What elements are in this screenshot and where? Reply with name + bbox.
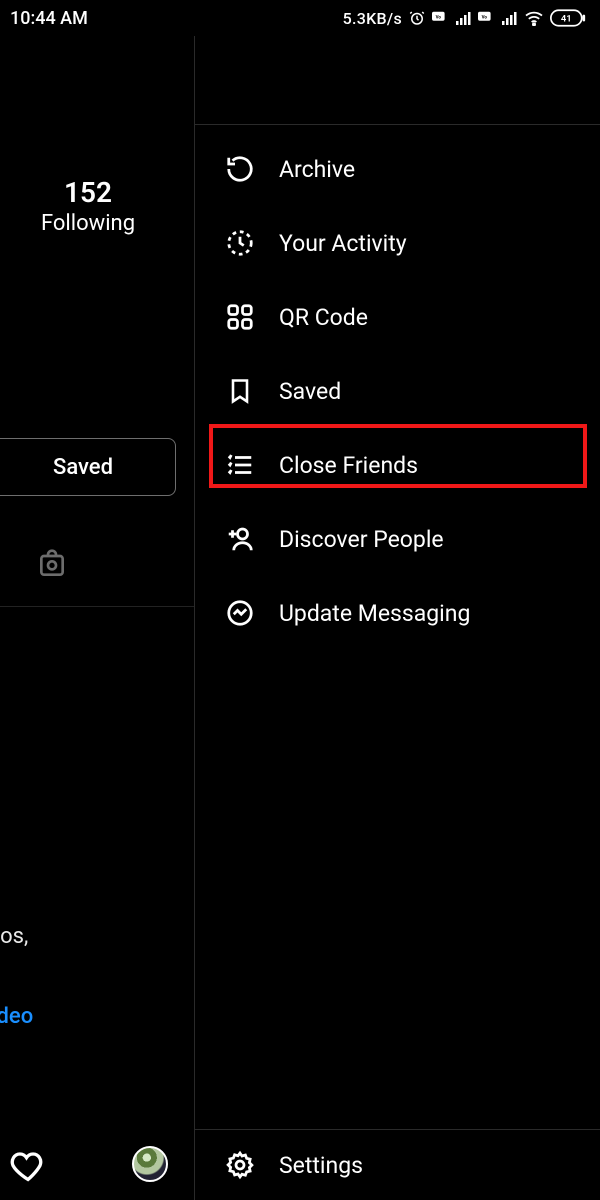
- menu-item-archive[interactable]: Archive: [195, 132, 600, 206]
- menu-item-close-friends[interactable]: Close Friends: [195, 428, 600, 502]
- status-time: 10:44 AM: [10, 8, 88, 29]
- volte-sim2-icon: Vo: [478, 11, 496, 25]
- qr-code-icon: [223, 302, 257, 332]
- menu-item-label: QR Code: [279, 304, 368, 331]
- empty-state-text: videos, file.: [0, 920, 28, 988]
- volte-sim1-icon: Vo: [432, 11, 450, 25]
- profile-avatar-button[interactable]: [132, 1146, 168, 1182]
- bottom-nav: [0, 1136, 194, 1200]
- gear-icon: [223, 1150, 257, 1180]
- menu-list: Archive Your Activity QR Code Saved Clos: [195, 132, 600, 650]
- profile-divider: [0, 606, 194, 607]
- following-stat[interactable]: 152 Following: [0, 176, 176, 236]
- wifi-icon: [524, 10, 544, 26]
- bookmark-icon: [223, 376, 257, 406]
- menu-item-label: Discover People: [279, 526, 444, 553]
- menu-item-your-activity[interactable]: Your Activity: [195, 206, 600, 280]
- menu-item-label: Update Messaging: [279, 600, 470, 627]
- network-rate: 5.3KB/s: [343, 9, 402, 28]
- menu-item-settings[interactable]: Settings: [195, 1130, 600, 1200]
- activity-icon: [223, 228, 257, 258]
- profile-screen: ers 152 Following Saved videos, file. vi…: [0, 36, 194, 1200]
- settings-label: Settings: [279, 1152, 363, 1179]
- menu-item-label: Your Activity: [279, 230, 407, 257]
- signal-sim2-icon: [502, 11, 518, 25]
- following-count: 152: [0, 176, 176, 209]
- menu-item-label: Archive: [279, 156, 355, 183]
- signal-sim1-icon: [456, 11, 472, 25]
- saved-tab-label: Saved: [53, 455, 113, 480]
- saved-tab-button[interactable]: Saved: [0, 438, 176, 496]
- svg-text:Vo: Vo: [482, 14, 488, 20]
- menu-item-qr-code[interactable]: QR Code: [195, 280, 600, 354]
- menu-drawer: Archive Your Activity QR Code Saved Clos: [194, 36, 600, 1200]
- menu-item-label: Close Friends: [279, 452, 418, 479]
- menu-item-update-messaging[interactable]: Update Messaging: [195, 576, 600, 650]
- menu-item-saved[interactable]: Saved: [195, 354, 600, 428]
- menu-item-label: Saved: [279, 378, 341, 405]
- status-bar: 10:44 AM 5.3KB/s Vo Vo 41: [0, 0, 600, 36]
- activity-heart-button[interactable]: [10, 1148, 46, 1188]
- close-friends-icon: [223, 450, 257, 480]
- menu-item-discover-people[interactable]: Discover People: [195, 502, 600, 576]
- share-video-link[interactable]: video: [0, 1004, 33, 1029]
- status-right: 5.3KB/s Vo Vo 41: [343, 9, 586, 28]
- messenger-icon: [223, 598, 257, 628]
- battery-icon: 41: [550, 9, 586, 27]
- discover-people-icon: [223, 524, 257, 554]
- svg-text:Vo: Vo: [436, 14, 442, 20]
- following-label: Following: [0, 211, 176, 236]
- menu-top-divider: [195, 124, 600, 125]
- svg-text:41: 41: [561, 13, 572, 24]
- tagged-tab-icon[interactable]: [36, 548, 68, 584]
- alarm-icon: [408, 9, 426, 27]
- archive-icon: [223, 154, 257, 184]
